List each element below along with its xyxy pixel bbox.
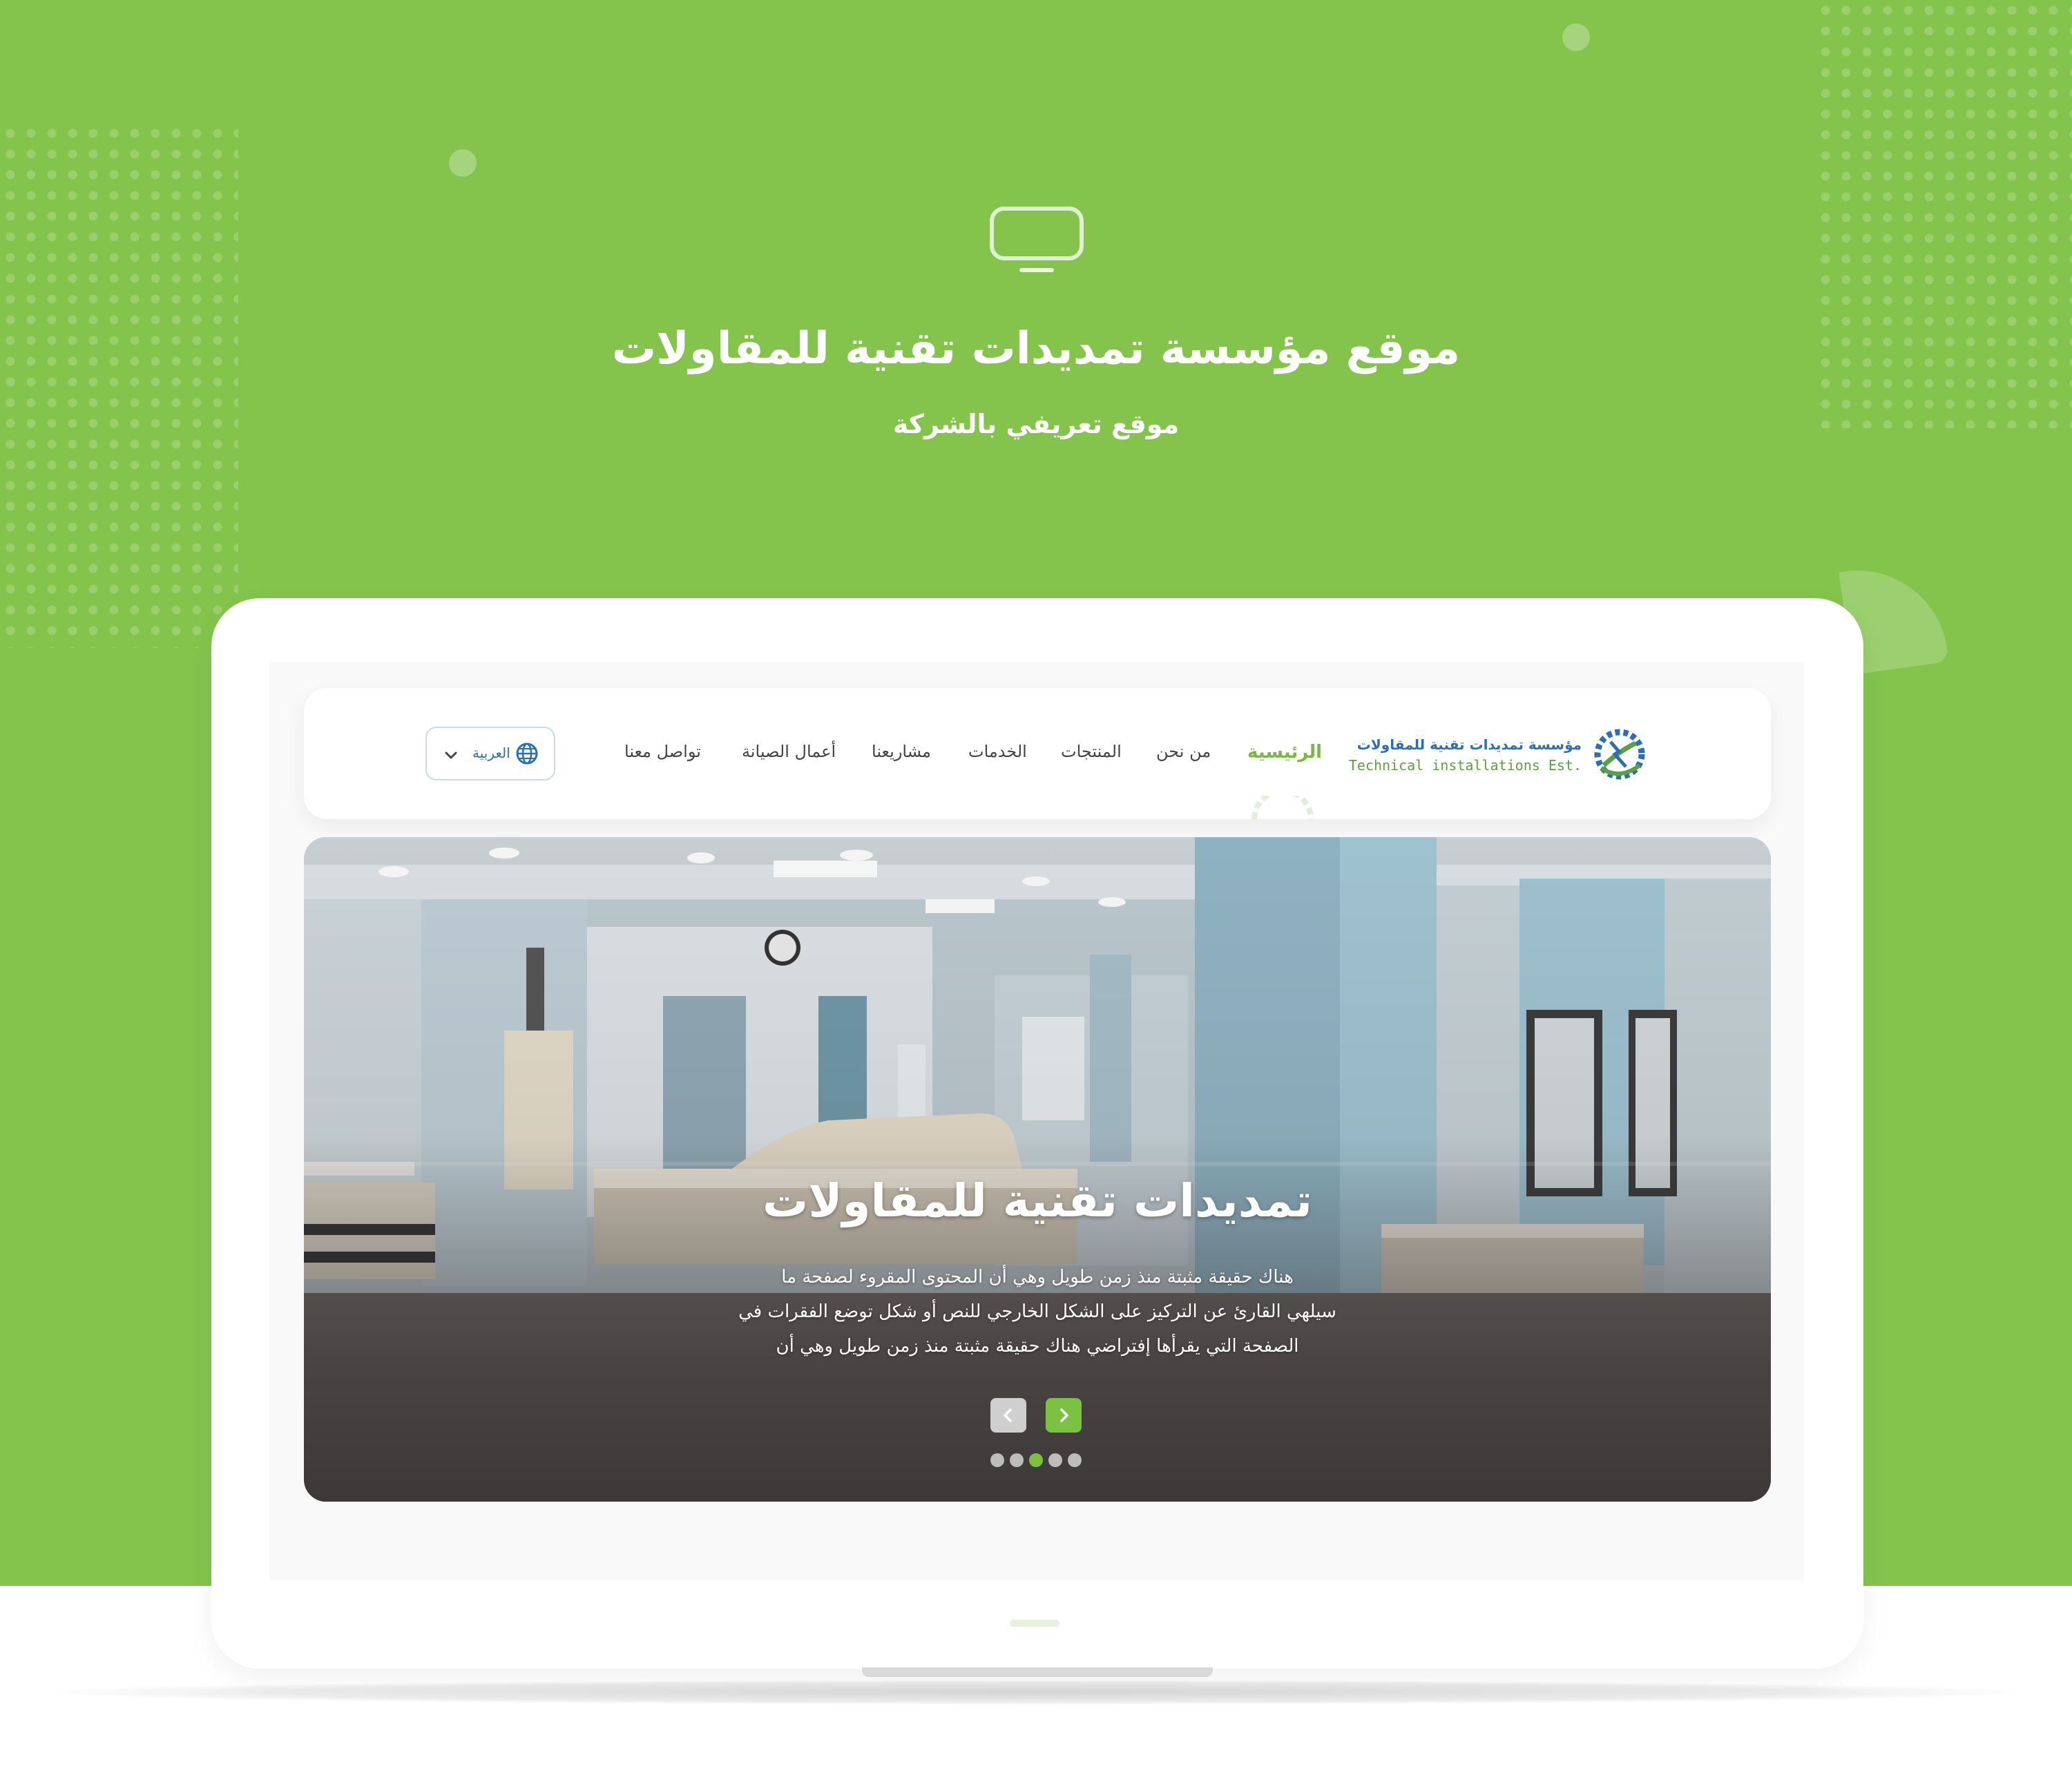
nav-item-about[interactable]: من نحن xyxy=(1156,742,1211,761)
laptop-shadow xyxy=(55,1680,2017,1705)
dot-pattern-left xyxy=(0,123,238,648)
globe-icon xyxy=(516,743,538,765)
nav-item-projects[interactable]: مشاريعنا xyxy=(872,742,931,761)
slider-dot[interactable] xyxy=(1029,1453,1043,1467)
laptop-notch xyxy=(862,1667,1213,1677)
decor-circle xyxy=(449,149,477,177)
slider-dot[interactable] xyxy=(990,1453,1004,1467)
language-label: العربية xyxy=(472,745,510,761)
slider-prev-button[interactable] xyxy=(990,1398,1026,1433)
slide-text-line: هناك حقيقة مثبتة منذ زمن طويل وهي أن الم… xyxy=(781,1267,1294,1288)
slider-dot[interactable] xyxy=(1048,1453,1062,1467)
slider-dots xyxy=(990,1453,1087,1468)
slide-title: تمديدات تقنية للمقاولات xyxy=(762,1174,1312,1227)
monitor-icon xyxy=(990,207,1084,272)
gear-logo-icon xyxy=(1594,729,1645,780)
nav-item-contact[interactable]: تواصل معنا xyxy=(624,742,701,761)
slide-text-line: سيلهي القارئ عن التركيز على الشكل الخارج… xyxy=(738,1301,1336,1322)
site-logo[interactable]: مؤسسة تمديدات تقنية للمقاولات Technical … xyxy=(1349,724,1648,786)
slide-text: هناك حقيقة مثبتة منذ زمن طويل وهي أن الم… xyxy=(727,1260,1348,1363)
chevron-left-icon xyxy=(1004,1408,1012,1422)
screen-indicator xyxy=(1010,1620,1059,1627)
nav-item-products[interactable]: المنتجات xyxy=(1061,742,1122,761)
nav-item-maintenance[interactable]: أعمال الصيانة xyxy=(742,742,836,761)
page-subtitle: موقع تعريفي بالشركة xyxy=(892,409,1180,439)
gear-icon xyxy=(1251,796,1314,819)
chevron-right-icon xyxy=(1060,1408,1068,1422)
slide-text-line: الصفحة التي يقرأها إفتراضي هناك حقيقة مث… xyxy=(776,1336,1299,1357)
decor-circle xyxy=(1562,23,1590,51)
slider-dot[interactable] xyxy=(1010,1453,1024,1467)
nav-item-home[interactable]: الرئيسية xyxy=(1247,742,1322,763)
nav-item-services[interactable]: الخدمات xyxy=(968,742,1027,761)
page-title: موقع مؤسسة تمديدات تقنية للمقاولات xyxy=(611,323,1461,374)
chevron-down-icon xyxy=(445,752,457,759)
slide-overlay xyxy=(304,837,1771,1502)
hero-slider: تمديدات تقنية للمقاولات هناك حقيقة مثبتة… xyxy=(304,837,1771,1502)
logo-name-arabic: مؤسسة تمديدات تقنية للمقاولات xyxy=(1356,736,1582,753)
slider-dot[interactable] xyxy=(1068,1453,1082,1467)
language-selector[interactable]: العربية xyxy=(425,727,555,781)
slider-next-button[interactable] xyxy=(1046,1398,1082,1433)
logo-name-english: Technical installations Est. xyxy=(1348,757,1582,774)
